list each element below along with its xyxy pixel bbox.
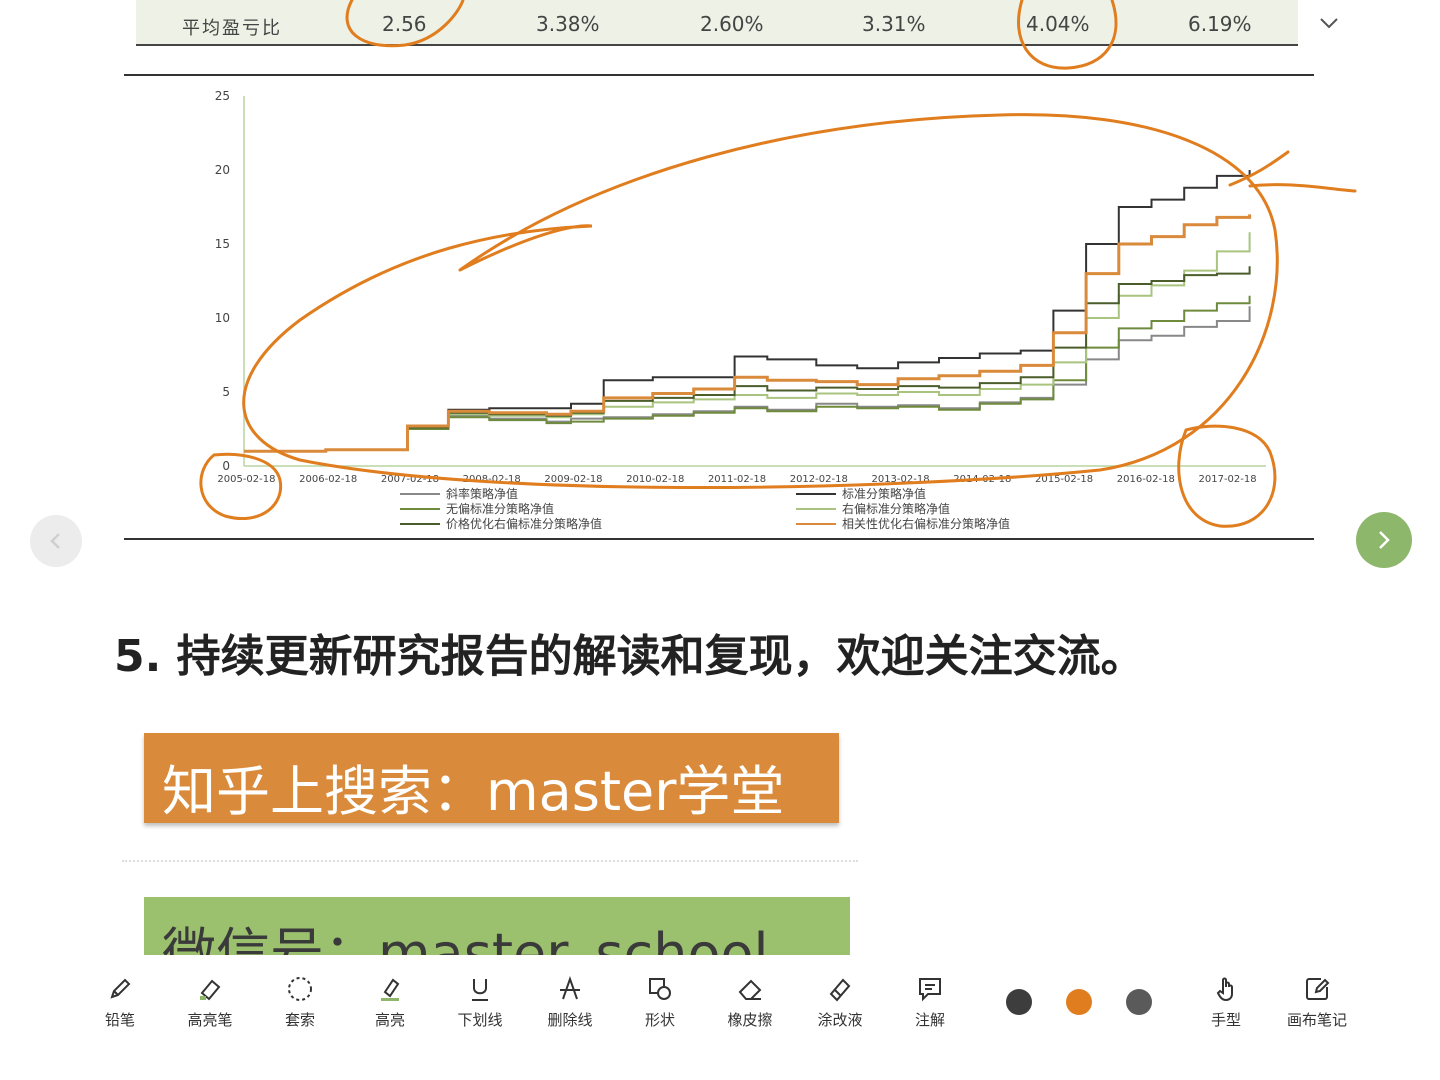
zhihu-banner: 知乎上搜索：master学堂 — [144, 733, 839, 823]
y-tick-label: 20 — [215, 163, 230, 177]
tool-eraser[interactable]: 橡皮擦 — [705, 975, 795, 1030]
y-tick-label: 25 — [215, 89, 230, 103]
legend-label: 右偏标准分策略净值 — [842, 501, 950, 516]
series-line — [244, 232, 1251, 453]
tool-label: 套索 — [284, 1011, 315, 1029]
tool-shape[interactable]: 形状 — [615, 975, 705, 1030]
tool-label: 删除线 — [547, 1011, 593, 1029]
x-tick-label: 2007-02-18 — [381, 474, 439, 485]
series-line — [244, 295, 1251, 453]
hand-icon — [1216, 977, 1233, 1002]
y-tick-label: 5 — [222, 385, 230, 399]
table-cell: 6.19% — [1188, 12, 1252, 36]
tool-label: 注解 — [914, 1011, 945, 1029]
y-tick-label: 15 — [215, 237, 230, 251]
x-tick-label: 2016-02-18 — [1117, 474, 1175, 485]
eraser-icon — [738, 979, 762, 1000]
x-tick-label: 2010-02-18 — [626, 474, 684, 485]
tool-label: 画布笔记 — [1286, 1011, 1347, 1029]
tool-strikethrough[interactable]: 删除线 — [525, 975, 615, 1030]
tool-canvas-note[interactable]: 画布笔记 — [1272, 975, 1362, 1030]
x-tick-label: 2011-02-18 — [708, 474, 766, 485]
tool-comment[interactable]: 注解 — [885, 975, 975, 1030]
table-cell: 2.60% — [700, 12, 764, 36]
pencil-icon — [110, 978, 131, 999]
wechat-banner: 微信号：master_school — [144, 897, 850, 955]
tool-pencil[interactable]: 铅笔 — [75, 975, 165, 1030]
next-page-button[interactable] — [1356, 512, 1412, 568]
x-tick-label: 2009-02-18 — [544, 474, 602, 485]
x-tick-label: 2014-02-18 — [953, 474, 1011, 485]
x-tick-label: 2006-02-18 — [299, 474, 357, 485]
shape-icon — [649, 978, 671, 1000]
tool-label: 橡皮擦 — [727, 1011, 773, 1029]
tool-label: 高亮笔 — [187, 1011, 233, 1029]
legend-label: 斜率策略净值 — [446, 486, 518, 501]
annotation-toolbar: 铅笔 高亮笔 套索 高亮 下划线 删除线 形状 橡皮擦 涂改液 注解 手型 画布… — [0, 955, 1440, 1080]
canvas-note-icon — [1306, 978, 1330, 1000]
zhihu-text: 知乎上搜索：master学堂 — [162, 760, 785, 823]
comment-icon — [919, 978, 941, 1002]
tool-highlighter-pen[interactable]: 高亮笔 — [165, 975, 255, 1030]
tool-label: 手型 — [1210, 1011, 1241, 1029]
legend-label: 价格优化右偏标准分策略净值 — [446, 516, 602, 531]
chevron-right-icon — [1379, 531, 1390, 549]
tool-correction-fluid[interactable]: 涂改液 — [795, 975, 885, 1030]
legend-label: 标准分策略净值 — [842, 486, 926, 501]
chevron-down-icon[interactable] — [1318, 12, 1340, 34]
color-swatch-orange[interactable] — [1066, 989, 1092, 1015]
tool-underline[interactable]: 下划线 — [435, 975, 525, 1030]
document-view: 平均盈亏比 2.56 3.38% 2.60% 3.31% 4.04% 6.19%… — [0, 0, 1440, 955]
tool-label: 涂改液 — [817, 1011, 863, 1029]
strikethrough-icon — [560, 975, 580, 1000]
series-line — [244, 214, 1252, 453]
x-tick-label: 2015-02-18 — [1035, 474, 1093, 485]
x-tick-label: 2013-02-18 — [871, 474, 929, 485]
table-cell: 3.38% — [536, 12, 600, 36]
tool-label: 铅笔 — [104, 1011, 135, 1029]
highlighter-pen-icon — [200, 979, 221, 1001]
divider — [124, 74, 1314, 76]
prev-page-button[interactable] — [30, 515, 82, 567]
underline-icon — [472, 979, 488, 1001]
y-tick-label: 10 — [215, 311, 230, 325]
row-label: 平均盈亏比 — [182, 18, 282, 39]
x-tick-label: 2017-02-18 — [1199, 474, 1257, 485]
y-tick-label: 0 — [222, 459, 230, 473]
legend-label: 相关性优化右偏标准分策略净值 — [842, 516, 1010, 531]
tool-highlight[interactable]: 高亮 — [345, 975, 435, 1030]
tool-label: 高亮 — [374, 1011, 405, 1029]
chevron-left-icon — [50, 533, 60, 549]
table-row-avg-profit-loss-ratio: 平均盈亏比 2.56 3.38% 2.60% 3.31% 4.04% 6.19% — [136, 0, 1298, 46]
tool-lasso[interactable]: 套索 — [255, 975, 345, 1030]
table-cell: 4.04% — [1026, 12, 1090, 36]
tool-label: 形状 — [644, 1011, 675, 1029]
x-tick-label: 2012-02-18 — [790, 474, 848, 485]
lasso-icon — [288, 977, 312, 1001]
wechat-text: 微信号：master_school — [162, 922, 769, 955]
divider — [124, 538, 1314, 540]
correction-fluid-icon — [829, 978, 851, 1002]
legend-label: 无偏标准分策略净值 — [446, 501, 554, 516]
tool-hand[interactable]: 手型 — [1181, 975, 1271, 1030]
section-heading: 5. 持续更新研究报告的解读和复现，欢迎关注交流。 — [114, 631, 1145, 682]
x-tick-label: 2005-02-18 — [217, 474, 275, 485]
tool-label: 下划线 — [457, 1011, 503, 1029]
color-swatch-dark[interactable] — [1006, 989, 1032, 1015]
dotted-divider — [122, 860, 858, 862]
table-cell: 2.56 — [382, 12, 427, 36]
highlight-icon — [381, 978, 400, 1001]
x-tick-label: 2008-02-18 — [463, 474, 521, 485]
net-value-line-chart: 0 5 10 15 20 25 2005-02-18 2006-02-18 2007-02-18… — [215, 89, 1266, 531]
table-cell: 3.31% — [862, 12, 926, 36]
color-swatch-gray[interactable] — [1126, 989, 1152, 1015]
